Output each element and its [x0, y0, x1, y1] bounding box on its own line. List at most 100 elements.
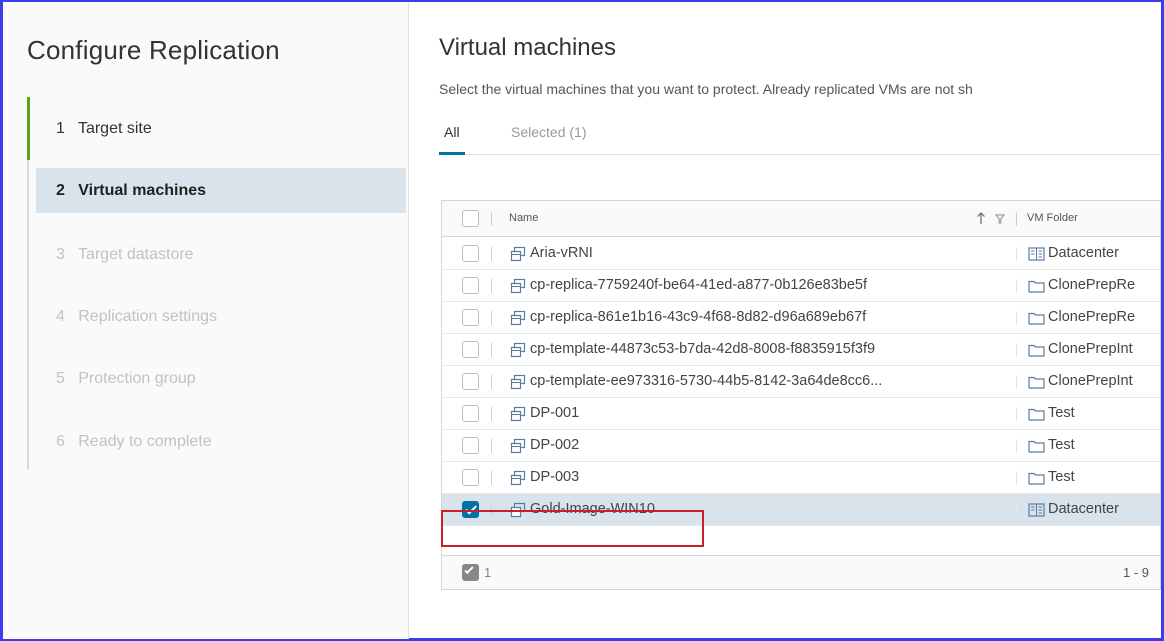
row-checkbox[interactable] [462, 469, 479, 486]
selection-count: 1 [484, 565, 492, 580]
folder-icon [1028, 376, 1045, 389]
table-row[interactable]: DP-003 Test [442, 462, 1160, 494]
column-divider [491, 471, 492, 485]
column-divider [1016, 439, 1017, 453]
grid-footer: 1 1 - 9 [442, 555, 1160, 589]
vm-icon [510, 470, 526, 486]
column-divider [1016, 279, 1017, 293]
table-row[interactable]: cp-replica-861e1b16-43c9-4f68-8d82-d96a6… [442, 302, 1160, 334]
filter-icon[interactable] [995, 214, 1005, 224]
column-divider [491, 311, 492, 325]
pagination-label: 1 - 9 [1123, 565, 1150, 580]
step-number: 4 [56, 308, 65, 325]
table-row[interactable]: DP-002 Test [442, 430, 1160, 462]
column-divider [491, 407, 492, 421]
vm-icon [510, 374, 526, 390]
tab-selected[interactable]: Selected (1) [511, 124, 586, 155]
vm-name: cp-template-ee973316-5730-44b5-8142-3a64… [530, 373, 883, 389]
column-divider [491, 279, 492, 293]
step-track-progress [27, 97, 30, 160]
tab-all[interactable]: All [439, 124, 465, 155]
column-divider [1016, 212, 1017, 226]
vm-name: DP-001 [530, 405, 580, 421]
wizard-title: Configure Replication [27, 35, 280, 65]
folder-icon [1028, 312, 1045, 325]
step-virtual-machines[interactable]: 2 Virtual machines [36, 168, 406, 213]
page-title: Virtual machines [439, 34, 616, 61]
step-number: 6 [56, 433, 65, 450]
vm-icon [510, 406, 526, 422]
vm-name: DP-003 [530, 469, 580, 485]
table-row[interactable]: cp-template-ee973316-5730-44b5-8142-3a64… [442, 366, 1160, 398]
wizard-sidebar: Configure Replication 1 Target site 2 Vi… [3, 2, 409, 639]
row-checkbox[interactable] [462, 405, 479, 422]
folder-icon [1028, 440, 1045, 453]
selection-count-icon [462, 564, 479, 581]
folder-icon [1028, 344, 1045, 357]
select-all-checkbox[interactable] [462, 210, 479, 227]
step-label: Virtual machines [78, 182, 207, 199]
vm-icon [510, 278, 526, 294]
step-label: Target datastore [77, 246, 194, 263]
column-divider [491, 343, 492, 357]
row-checkbox[interactable] [462, 245, 479, 262]
column-divider [491, 247, 492, 261]
column-divider [1016, 471, 1017, 485]
column-divider [1016, 311, 1017, 325]
step-number: 1 [56, 120, 65, 137]
table-row[interactable]: cp-template-44873c53-b7da-42d8-8008-f883… [442, 334, 1160, 366]
vm-folder: Test [1048, 405, 1075, 421]
vm-name: cp-template-44873c53-b7da-42d8-8008-f883… [530, 341, 876, 357]
vm-icon [510, 310, 526, 326]
step-label: Protection group [78, 370, 196, 387]
step-target-site[interactable]: 1 Target site [36, 106, 406, 151]
vm-name: DP-002 [530, 437, 580, 453]
step-label: Replication settings [78, 308, 217, 325]
column-divider [491, 212, 492, 226]
column-divider [1016, 247, 1017, 261]
step-target-datastore: 3 Target datastore [36, 232, 406, 277]
column-divider [491, 439, 492, 453]
column-divider [1016, 407, 1017, 421]
column-header-vm-folder[interactable]: VM Folder [1027, 212, 1078, 224]
step-label: Target site [77, 120, 152, 137]
column-divider [1016, 375, 1017, 389]
step-protection-group: 5 Protection group [36, 356, 406, 401]
table-row[interactable]: Aria-vRNI Datacenter [442, 238, 1160, 270]
vm-icon [510, 342, 526, 358]
vm-folder: ClonePrepRe [1048, 309, 1136, 325]
folder-icon [1028, 280, 1045, 293]
page-description: Select the virtual machines that you wan… [439, 81, 973, 97]
folder-icon [1028, 408, 1045, 421]
step-label: Ready to complete [78, 433, 212, 450]
row-checkbox[interactable] [462, 341, 479, 358]
column-divider [1016, 343, 1017, 357]
vm-folder: ClonePrepRe [1048, 277, 1136, 293]
table-row[interactable]: DP-001 Test [442, 398, 1160, 430]
arrow-up-icon[interactable] [976, 212, 986, 225]
annotation-highlight-box [441, 510, 704, 547]
row-checkbox[interactable] [462, 309, 479, 326]
vm-icon [510, 246, 526, 262]
vm-name: cp-replica-7759240f-be64-41ed-a877-0b126… [530, 277, 867, 293]
datacenter-icon [1028, 503, 1045, 517]
vm-folder: Datacenter [1048, 501, 1119, 517]
step-number: 3 [56, 246, 65, 263]
table-row[interactable]: cp-replica-7759240f-be64-41ed-a877-0b126… [442, 270, 1160, 302]
step-number: 2 [56, 182, 65, 199]
row-checkbox[interactable] [462, 437, 479, 454]
row-checkbox[interactable] [462, 373, 479, 390]
row-checkbox[interactable] [462, 277, 479, 294]
folder-icon [1028, 472, 1045, 485]
step-ready-to-complete: 6 Ready to complete [36, 419, 406, 464]
vm-folder: ClonePrepInt [1048, 373, 1133, 389]
step-replication-settings: 4 Replication settings [36, 294, 406, 339]
vm-folder: Test [1048, 437, 1075, 453]
column-divider [1016, 503, 1017, 517]
vm-name: cp-replica-861e1b16-43c9-4f68-8d82-d96a6… [530, 309, 867, 325]
tab-bar: All Selected (1) [439, 118, 1161, 155]
column-header-name[interactable]: Name [509, 212, 538, 224]
step-number: 5 [56, 370, 65, 387]
vm-folder: Test [1048, 469, 1075, 485]
vm-folder: Datacenter [1048, 245, 1119, 261]
